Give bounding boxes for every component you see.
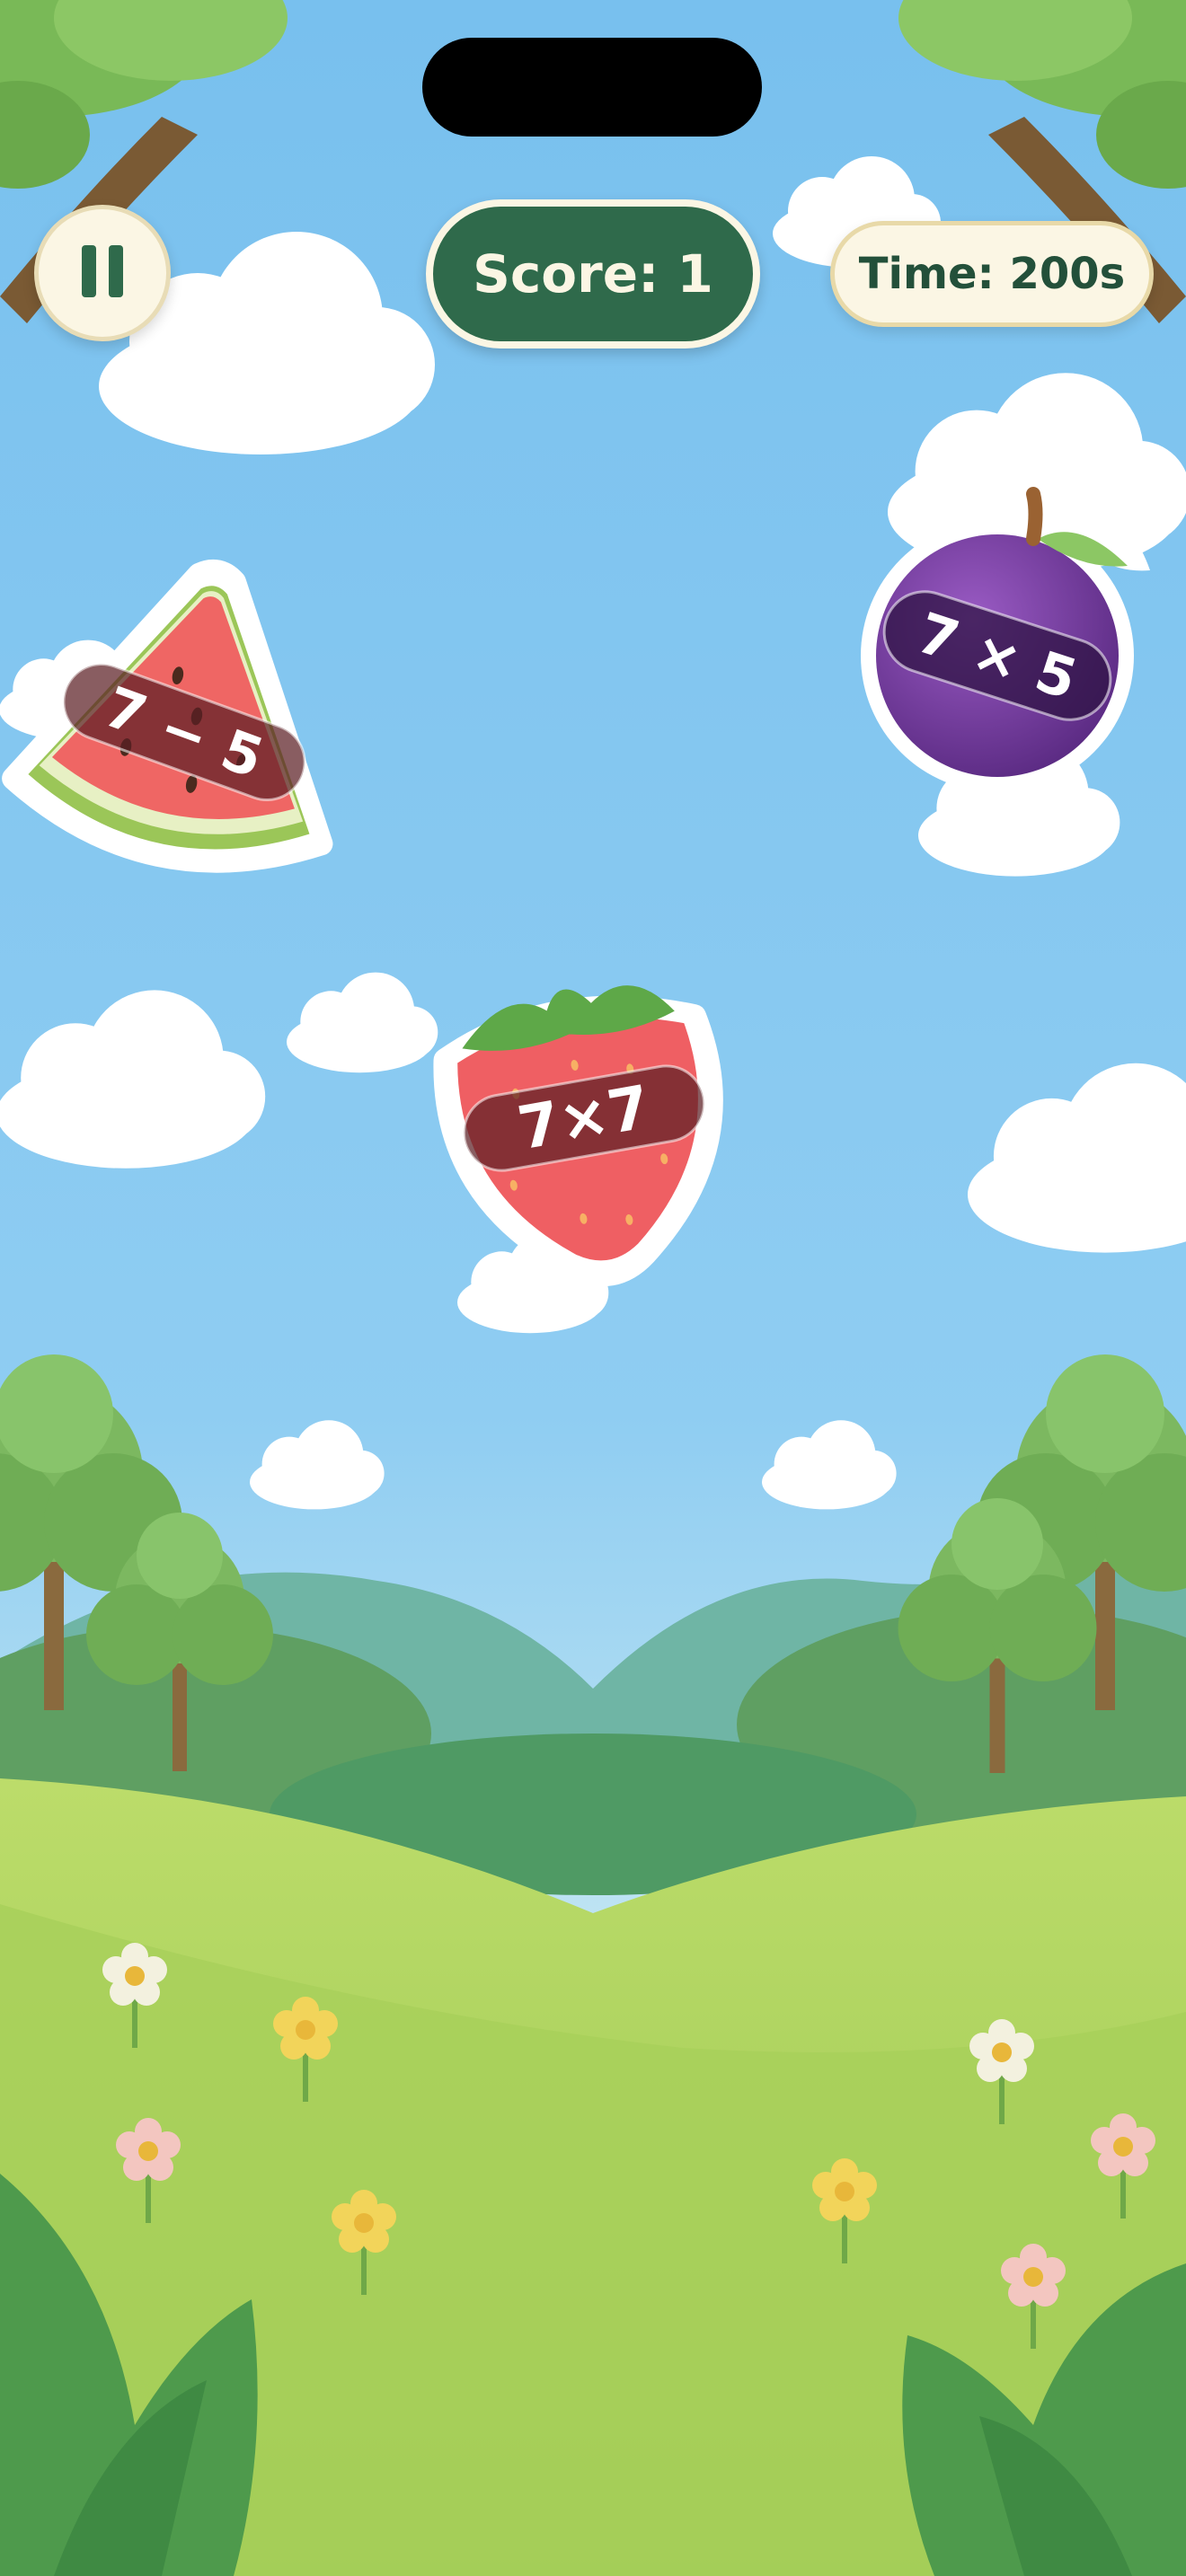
timer-display: Time: 200s xyxy=(830,221,1154,327)
pause-icon xyxy=(75,245,129,301)
pause-button[interactable] xyxy=(34,205,171,341)
device-notch xyxy=(422,38,762,137)
game-scene: 7 − 5 7 × 5 7×7 xyxy=(0,0,1186,2576)
timer-text: Time: 200s xyxy=(858,249,1126,299)
score-text: Score: 1 xyxy=(473,243,713,304)
score-display: Score: 1 xyxy=(426,199,760,348)
